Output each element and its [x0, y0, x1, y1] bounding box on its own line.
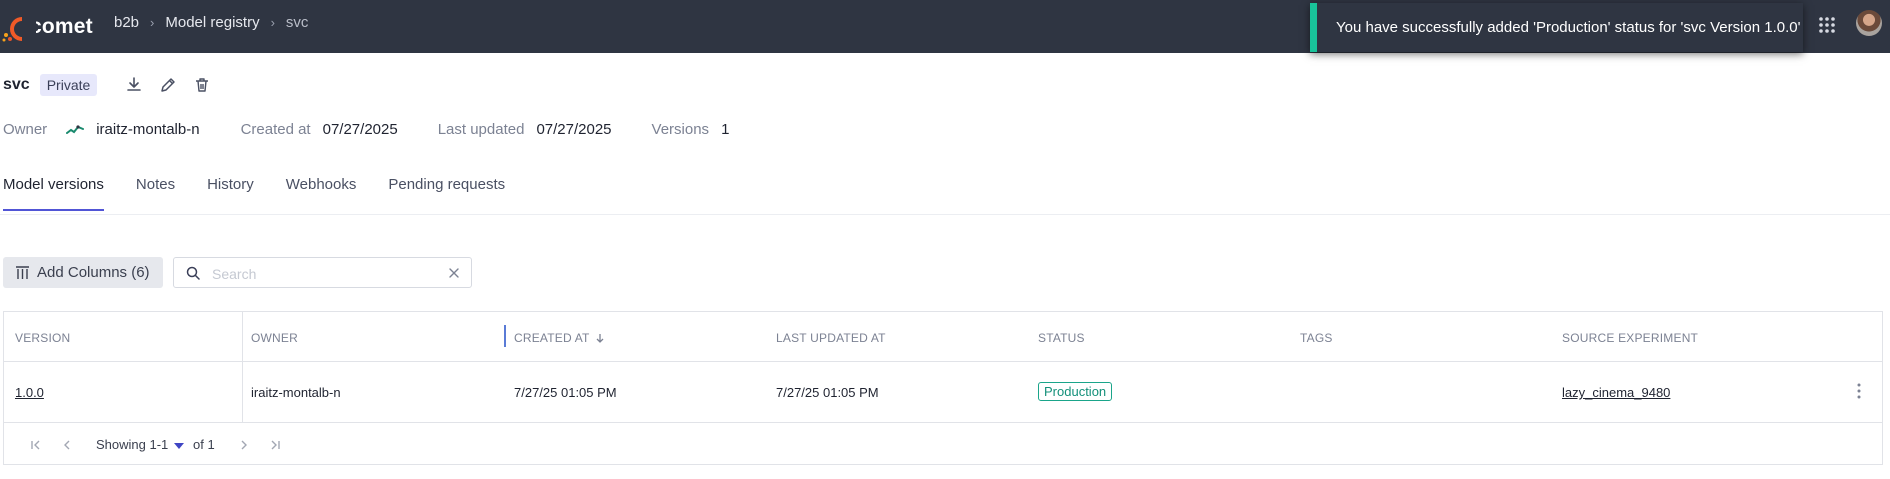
versions-label: Versions [651, 121, 710, 138]
col-header-owner[interactable]: OWNER [251, 331, 298, 345]
cell-owner: iraitz-montalb-n [251, 385, 341, 400]
cell-source-experiment-link[interactable]: lazy_cinema_9480 [1562, 385, 1670, 400]
header-row-divider [4, 361, 1882, 362]
brand-name: comet [30, 15, 93, 38]
success-toast[interactable]: You have successfully added 'Production'… [1310, 3, 1803, 52]
column-divider [242, 312, 243, 423]
tab-history[interactable]: History [207, 176, 254, 211]
versions-table: VERSION OWNER CREATED AT LAST UPDATED AT… [3, 311, 1883, 465]
add-columns-label: Add Columns (6) [37, 264, 150, 281]
model-meta: Owner iraitz-montalb-n Created at 07/27/… [3, 121, 729, 138]
versions-value: 1 [721, 121, 730, 138]
delete-icon[interactable] [193, 76, 211, 94]
apps-grid-icon[interactable] [1817, 15, 1837, 35]
next-page-icon[interactable] [237, 438, 251, 452]
search-box [173, 257, 472, 288]
col-header-created-at-label: CREATED AT [514, 331, 590, 345]
search-icon [186, 266, 200, 280]
sort-down-icon [596, 334, 604, 343]
updated-value: 07/27/2025 [536, 121, 612, 138]
user-avatar[interactable] [1856, 10, 1882, 36]
pagination-of: of 1 [193, 437, 215, 452]
first-page-icon[interactable] [29, 438, 43, 452]
edit-icon[interactable] [159, 76, 177, 94]
cell-updated-at: 7/27/25 01:05 PM [776, 385, 879, 400]
last-page-icon[interactable] [268, 438, 282, 452]
tab-model-versions[interactable]: Model versions [3, 176, 104, 211]
col-header-created-at[interactable]: CREATED AT [514, 331, 605, 345]
tab-pending-requests[interactable]: Pending requests [388, 176, 505, 211]
breadcrumb-current: svc [285, 14, 309, 31]
col-header-version[interactable]: VERSION [15, 331, 70, 345]
cell-created-at: 7/27/25 01:05 PM [514, 385, 617, 400]
pagination-showing[interactable]: Showing 1-1 [96, 437, 168, 452]
add-columns-button[interactable]: Add Columns (6) [3, 257, 163, 288]
download-icon[interactable] [125, 76, 143, 94]
top-bar: comet b2b › Model registry › svc You hav… [0, 0, 1890, 53]
toast-message: You have successfully added 'Production'… [1336, 19, 1801, 36]
col-header-status[interactable]: STATUS [1038, 331, 1085, 345]
columns-icon [16, 265, 29, 279]
model-name: svc [3, 76, 30, 93]
created-value: 07/27/2025 [322, 121, 398, 138]
status-badge[interactable]: Production [1038, 382, 1113, 401]
owner-name[interactable]: iraitz-montalb-n [96, 121, 199, 138]
caret-down-icon[interactable] [174, 443, 184, 449]
model-title-row: svc Private [3, 74, 98, 96]
visibility-badge: Private [39, 74, 98, 96]
tab-notes[interactable]: Notes [136, 176, 175, 211]
comet-logo-mark-icon [2, 17, 36, 42]
cell-version-link[interactable]: 1.0.0 [15, 385, 44, 400]
col-header-last-updated-at[interactable]: LAST UPDATED AT [776, 331, 886, 345]
col-header-source-experiment[interactable]: SOURCE EXPERIMENT [1562, 331, 1698, 345]
updated-label: Last updated [437, 121, 525, 138]
comet-logo[interactable]: comet [0, 8, 93, 46]
created-label: Created at [240, 121, 311, 138]
breadcrumb-workspace[interactable]: b2b [114, 14, 139, 31]
more-vertical-icon[interactable] [1856, 382, 1862, 400]
tabs-divider [0, 214, 1890, 215]
column-resize-handle[interactable] [504, 325, 506, 347]
owner-label: Owner [3, 121, 48, 138]
chevron-right-icon: › [270, 15, 275, 30]
owner-avatar-icon [66, 124, 85, 134]
tab-webhooks[interactable]: Webhooks [286, 176, 357, 211]
close-icon[interactable] [449, 268, 459, 278]
chevron-right-icon: › [150, 15, 155, 30]
col-header-tags[interactable]: TAGS [1300, 331, 1333, 345]
breadcrumb: b2b › Model registry › svc [114, 14, 308, 31]
row-divider [4, 422, 1882, 423]
search-input[interactable] [210, 263, 434, 285]
tabs: Model versions Notes History Webhooks Pe… [3, 176, 537, 211]
prev-page-icon[interactable] [60, 438, 74, 452]
breadcrumb-model-registry[interactable]: Model registry [165, 14, 259, 31]
